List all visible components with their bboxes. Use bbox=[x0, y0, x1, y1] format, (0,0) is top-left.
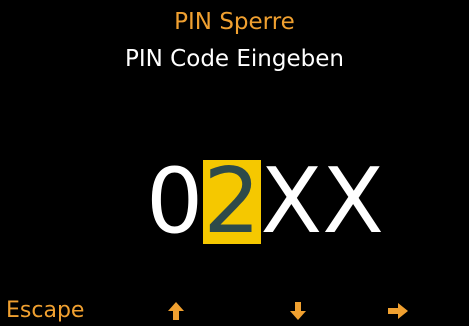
arrow-down-icon bbox=[289, 301, 307, 321]
arrow-right-icon bbox=[387, 302, 409, 320]
down-button[interactable] bbox=[289, 296, 307, 326]
pin-digit-1: 0 bbox=[146, 149, 204, 254]
escape-button[interactable]: Escape bbox=[6, 296, 84, 326]
pin-digit-4: X bbox=[322, 149, 384, 254]
softkey-bar: Escape bbox=[0, 296, 469, 326]
arrow-up-icon bbox=[167, 301, 185, 321]
screen-title: PIN Sperre bbox=[174, 9, 295, 35]
pin-digit-2-active[interactable]: 2 bbox=[203, 157, 261, 247]
pin-entry: 0 2 X X bbox=[146, 149, 384, 254]
up-button[interactable] bbox=[167, 296, 185, 326]
right-button[interactable] bbox=[387, 296, 409, 326]
pin-digit-3: X bbox=[260, 149, 323, 254]
screen-subtitle: PIN Code Eingeben bbox=[125, 46, 344, 72]
